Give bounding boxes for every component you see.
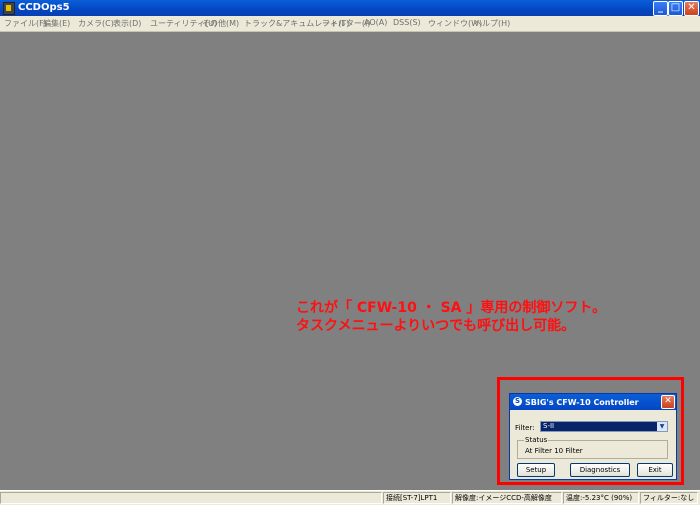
menu-misc[interactable]: その他(M) (202, 18, 239, 29)
menu-bar: ファイル(F) 編集(E) カメラ(C) 表示(D) ユーティリティ(U) その… (0, 16, 700, 32)
annotation-text: これが「 CFW-10 ・ SA 」専用の制御ソフト。 タスクメニューよりいつで… (296, 299, 606, 335)
menu-camera[interactable]: カメラ(C) (78, 18, 114, 29)
status-connection: 接続[ST-7]LPT1 (383, 492, 451, 504)
menu-edit[interactable]: 編集(E) (43, 18, 70, 29)
filter-select-value: S-II (543, 422, 555, 430)
setup-button[interactable]: Setup (517, 463, 555, 477)
menu-ao[interactable]: AO(A) (364, 18, 387, 27)
menu-file[interactable]: ファイル(F) (4, 18, 47, 29)
menu-display[interactable]: 表示(D) (113, 18, 141, 29)
exit-button[interactable]: Exit (637, 463, 673, 477)
status-cell-empty (0, 492, 382, 504)
filter-label: Filter: (515, 424, 535, 432)
maximize-button[interactable]: □ (668, 1, 683, 16)
diagnostics-button[interactable]: Diagnostics (570, 463, 630, 477)
menu-dss[interactable]: DSS(S) (393, 18, 421, 27)
menu-help[interactable]: ヘルプ(H) (474, 18, 510, 29)
app-icon[interactable] (3, 2, 15, 15)
annotation-line-1: これが「 CFW-10 ・ SA 」専用の制御ソフト。 (296, 300, 607, 316)
status-text: At Filter 10 Filter (525, 447, 583, 455)
dialog-title: SBIG's CFW-10 Controller (525, 398, 639, 407)
close-button[interactable]: ✕ (684, 1, 699, 16)
chevron-down-icon[interactable]: ▼ (657, 422, 667, 431)
status-bar: 接続[ST-7]LPT1 解像度:イメージCCD-高解像度 温度:-5.23°C… (0, 490, 700, 505)
status-legend: Status (524, 436, 549, 444)
status-temperature: 温度:-5.23°C (90%) (563, 492, 639, 504)
annotation-line-2: タスクメニューよりいつでも呼び出し可能。 (296, 318, 576, 334)
cfw10-controller-dialog: S SBIG's CFW-10 Controller ✕ Filter: S-I… (509, 393, 677, 480)
status-group: Status At Filter 10 Filter (517, 436, 668, 459)
title-bar: CCDOps5 _ □ ✕ (0, 0, 700, 16)
status-filter: フィルター:なし (640, 492, 698, 504)
window-title: CCDOps5 (18, 2, 70, 13)
minimize-button[interactable]: _ (653, 1, 668, 16)
filter-select[interactable]: S-II ▼ (540, 421, 668, 432)
sbig-logo-icon: S (513, 397, 522, 406)
status-resolution: 解像度:イメージCCD-高解像度 (452, 492, 562, 504)
dialog-close-button[interactable]: ✕ (661, 395, 675, 409)
dialog-title-bar: S SBIG's CFW-10 Controller ✕ (510, 394, 676, 410)
